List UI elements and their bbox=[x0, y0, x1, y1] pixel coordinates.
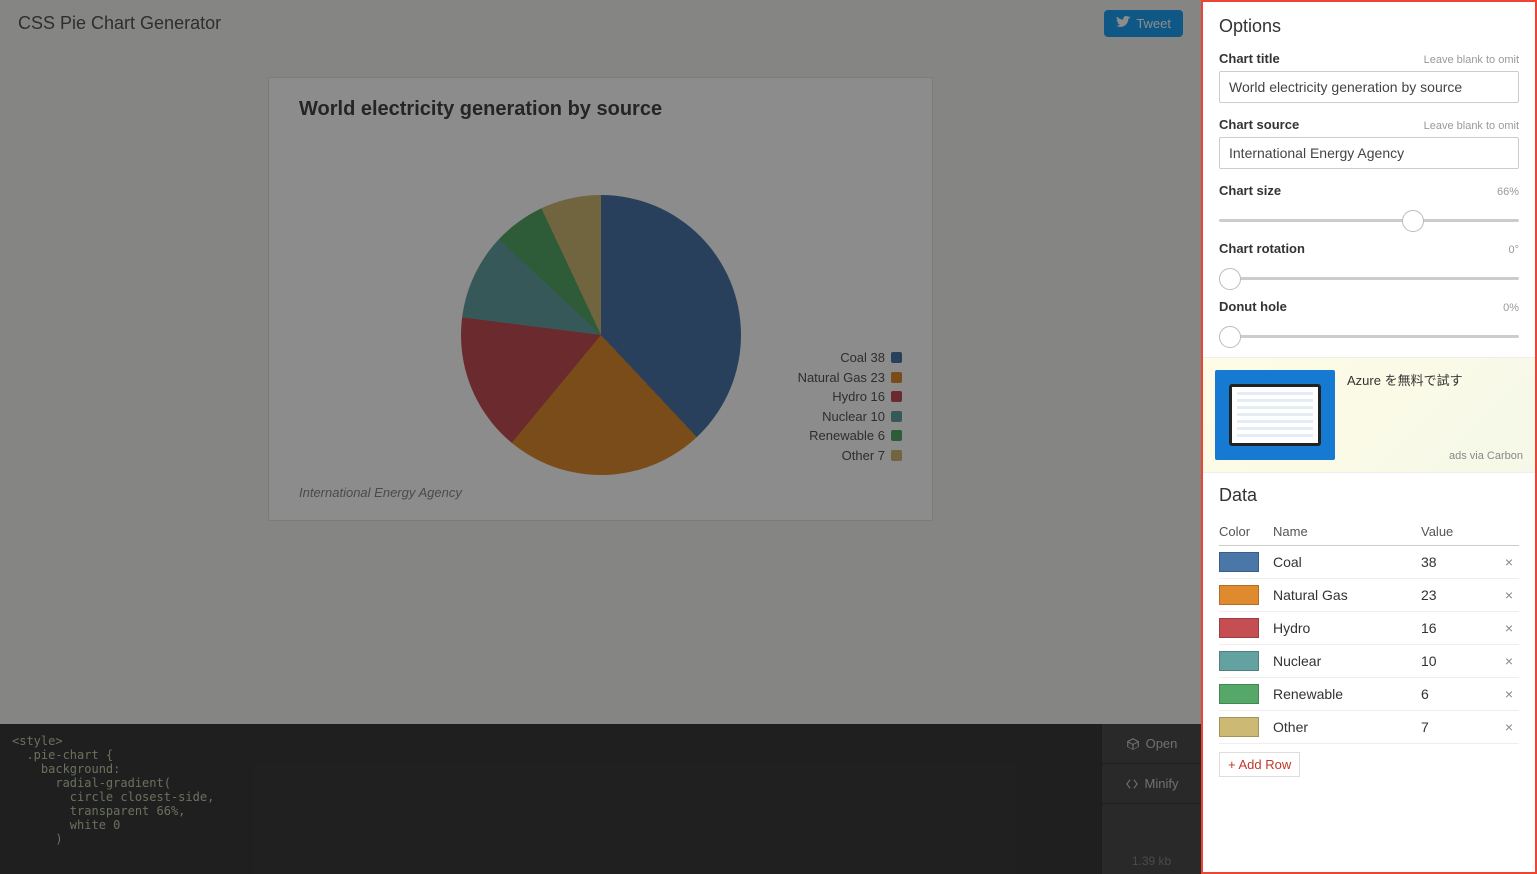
chart-rotation-slider[interactable] bbox=[1219, 277, 1519, 280]
row-value-input[interactable] bbox=[1421, 618, 1491, 638]
chart-size-value: 66% bbox=[1497, 186, 1519, 198]
donut-hole-slider[interactable] bbox=[1219, 335, 1519, 338]
donut-hole-label: Donut hole bbox=[1219, 299, 1287, 314]
legend-item: Nuclear 10 bbox=[798, 407, 902, 427]
row-delete-button[interactable]: × bbox=[1499, 555, 1519, 569]
legend-swatch bbox=[891, 372, 902, 383]
row-delete-button[interactable]: × bbox=[1499, 687, 1519, 701]
topbar: CSS Pie Chart Generator Tweet bbox=[0, 0, 1201, 47]
ad-banner[interactable]: Azure を無料で試す ads via Carbon bbox=[1203, 357, 1535, 473]
chart-rotation-value: 0° bbox=[1508, 244, 1519, 256]
row-value-input[interactable] bbox=[1421, 651, 1491, 671]
chart-title-label: Chart title bbox=[1219, 51, 1280, 66]
chart-source: International Energy Agency bbox=[299, 485, 902, 500]
chart-title-hint: Leave blank to omit bbox=[1424, 54, 1519, 66]
chart-rotation-label: Chart rotation bbox=[1219, 241, 1305, 256]
legend-item: Natural Gas 23 bbox=[798, 368, 902, 388]
legend-swatch bbox=[891, 352, 902, 363]
data-heading: Data bbox=[1219, 485, 1519, 506]
row-name-input[interactable] bbox=[1273, 684, 1413, 704]
color-swatch[interactable] bbox=[1219, 585, 1259, 605]
row-name-input[interactable] bbox=[1273, 585, 1413, 605]
row-value-input[interactable] bbox=[1421, 552, 1491, 572]
app-title: CSS Pie Chart Generator bbox=[18, 13, 221, 34]
ad-text: Azure を無料で試す bbox=[1347, 370, 1523, 460]
chart-source-hint: Leave blank to omit bbox=[1424, 120, 1519, 132]
row-value-input[interactable] bbox=[1421, 684, 1491, 704]
tweet-button[interactable]: Tweet bbox=[1104, 10, 1183, 37]
minify-button[interactable]: Minify bbox=[1102, 764, 1201, 804]
chart-card: World electricity generation by source C… bbox=[268, 77, 933, 521]
row-name-input[interactable] bbox=[1273, 717, 1413, 737]
ad-attribution: ads via Carbon bbox=[1449, 450, 1523, 462]
legend-swatch bbox=[891, 411, 902, 422]
chart-title: World electricity generation by source bbox=[299, 98, 902, 121]
row-delete-button[interactable]: × bbox=[1499, 720, 1519, 734]
color-swatch[interactable] bbox=[1219, 651, 1259, 671]
row-value-input[interactable] bbox=[1421, 585, 1491, 605]
table-row: × bbox=[1219, 612, 1519, 645]
data-table-header: Color Name Value bbox=[1219, 520, 1519, 546]
row-name-input[interactable] bbox=[1273, 651, 1413, 671]
table-row: × bbox=[1219, 645, 1519, 678]
row-delete-button[interactable]: × bbox=[1499, 621, 1519, 635]
legend-swatch bbox=[891, 391, 902, 402]
color-swatch[interactable] bbox=[1219, 717, 1259, 737]
chart-size-label: Chart size bbox=[1219, 183, 1281, 198]
color-swatch[interactable] bbox=[1219, 618, 1259, 638]
legend-item: Renewable 6 bbox=[798, 426, 902, 446]
open-button[interactable]: Open bbox=[1102, 724, 1201, 764]
open-icon bbox=[1126, 737, 1140, 751]
legend-item: Other 7 bbox=[798, 446, 902, 466]
table-row: × bbox=[1219, 678, 1519, 711]
ad-thumbnail bbox=[1215, 370, 1335, 460]
options-heading: Options bbox=[1219, 16, 1519, 37]
chart-legend: Coal 38Natural Gas 23Hydro 16Nuclear 10R… bbox=[798, 348, 902, 465]
row-name-input[interactable] bbox=[1273, 552, 1413, 572]
preview-area: World electricity generation by source C… bbox=[0, 47, 1201, 724]
legend-item: Coal 38 bbox=[798, 348, 902, 368]
table-row: × bbox=[1219, 579, 1519, 612]
chart-source-label: Chart source bbox=[1219, 117, 1299, 132]
color-swatch[interactable] bbox=[1219, 684, 1259, 704]
row-value-input[interactable] bbox=[1421, 717, 1491, 737]
legend-swatch bbox=[891, 450, 902, 461]
color-swatch[interactable] bbox=[1219, 552, 1259, 572]
table-row: × bbox=[1219, 711, 1519, 744]
add-row-button[interactable]: + Add Row bbox=[1219, 752, 1300, 777]
chart-title-input[interactable] bbox=[1219, 71, 1519, 103]
row-name-input[interactable] bbox=[1273, 618, 1413, 638]
sidebar[interactable]: Options Chart title Leave blank to omit … bbox=[1201, 0, 1537, 874]
row-delete-button[interactable]: × bbox=[1499, 654, 1519, 668]
code-output[interactable]: <style> .pie-chart { background: radial-… bbox=[0, 724, 1101, 874]
donut-hole-value: 0% bbox=[1503, 302, 1519, 314]
legend-swatch bbox=[891, 430, 902, 441]
chart-size-slider[interactable] bbox=[1219, 219, 1519, 222]
code-actions: Open Minify 1.39 kb bbox=[1101, 724, 1201, 874]
pie-chart bbox=[461, 195, 741, 475]
table-row: × bbox=[1219, 546, 1519, 579]
chart-source-input[interactable] bbox=[1219, 137, 1519, 169]
code-size: 1.39 kb bbox=[1102, 848, 1201, 874]
legend-item: Hydro 16 bbox=[798, 387, 902, 407]
minify-icon bbox=[1125, 777, 1139, 791]
twitter-icon bbox=[1116, 16, 1131, 31]
row-delete-button[interactable]: × bbox=[1499, 588, 1519, 602]
